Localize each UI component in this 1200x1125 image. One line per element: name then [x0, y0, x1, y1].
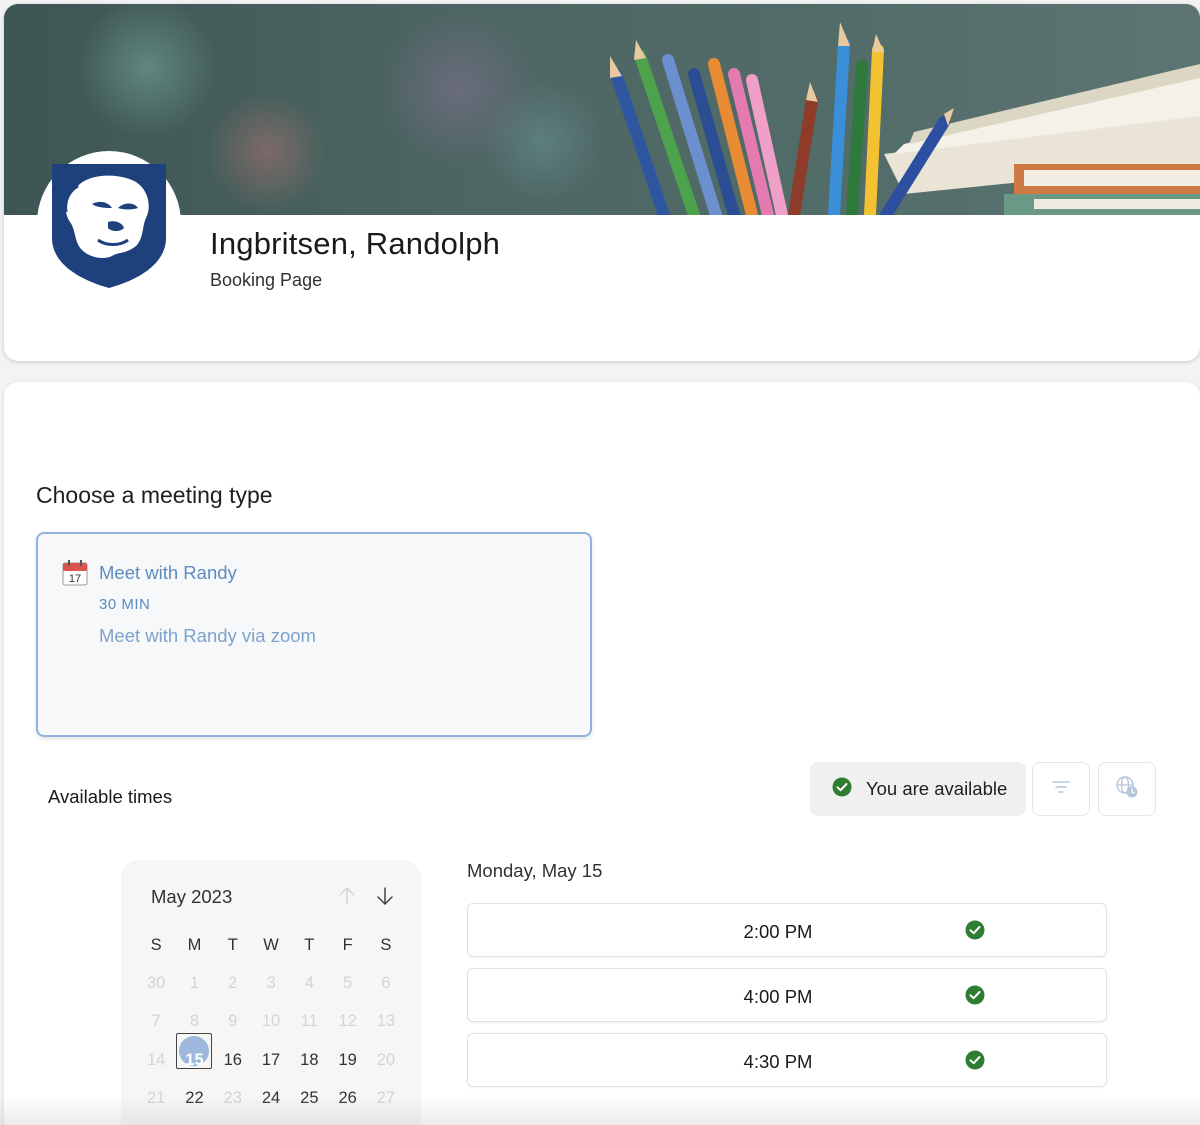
calendar-icon: 17 [62, 560, 88, 591]
calendar-day: 14 [146, 1050, 166, 1069]
time-slot-label: 4:30 PM [743, 1051, 813, 1072]
time-slot-button[interactable]: 2:00 PM [467, 903, 1107, 957]
section-title: Choose a meeting type [36, 482, 273, 508]
filter-button[interactable] [1032, 762, 1090, 816]
calendar-day-available[interactable]: 19 [328, 1051, 366, 1070]
calendar-day: 21 [146, 1088, 166, 1107]
weekday-label: T [227, 935, 238, 954]
calendar-day-available[interactable]: 25 [290, 1089, 328, 1108]
calendar-day: 27 [376, 1088, 396, 1107]
calendar-week-row: 14 15 16 17 18 19 20 [137, 1032, 405, 1079]
weekday-label: F [342, 935, 353, 954]
time-slot-label: 2:00 PM [743, 921, 813, 942]
calendar-day-available[interactable]: 16 [214, 1051, 252, 1070]
weekday-label: M [187, 935, 202, 954]
weekday-label: S [150, 935, 162, 954]
service-card-meet-with-randy[interactable]: 17 Meet with Randy 30 MIN Meet with Rand… [36, 532, 592, 737]
arrow-up-icon [339, 886, 355, 905]
avatar [40, 154, 178, 292]
calendar-day-available[interactable]: 22 [175, 1089, 213, 1108]
selected-date-heading: Monday, May 15 [467, 860, 603, 881]
calendar-day: 20 [376, 1050, 396, 1069]
next-month-button[interactable] [373, 884, 397, 908]
weekday-label: W [263, 935, 279, 954]
service-description: Meet with Randy via zoom [99, 625, 316, 646]
calendar-day: 8 [189, 1012, 200, 1031]
calendar-day-available[interactable]: 24 [252, 1089, 290, 1108]
filter-icon [1051, 779, 1071, 800]
calendar-grid: S M T W T F S 30 1 2 3 4 5 6 7 8 9 10 11… [137, 926, 405, 1117]
calendar-day-selected[interactable]: 15 [175, 1032, 213, 1070]
weekday-label: S [380, 935, 392, 954]
availability-status-text: You are available [866, 778, 1008, 799]
calendar-day: 11 [300, 1012, 318, 1031]
calendar-day-available[interactable]: 26 [328, 1089, 366, 1108]
service-name: Meet with Randy [99, 562, 237, 583]
calendar-day: 2 [228, 973, 238, 992]
banner-image [4, 4, 1200, 215]
service-duration: 30 MIN [99, 596, 151, 613]
weekday-label: T [304, 935, 315, 954]
pencils-and-books-illustration [610, 22, 1200, 215]
date-picker: May 2023 S M T W T F S 30 1 2 3 4 5 6 7 … [121, 860, 421, 1125]
calendar-day: 1 [189, 973, 200, 992]
booking-panel: Choose a meeting type 17 Meet with Randy… [4, 382, 1200, 1125]
check-circle-icon [965, 1050, 985, 1075]
header-card: Ingbritsen, Randolph Booking Page [4, 4, 1200, 361]
check-circle-icon [965, 985, 985, 1010]
time-slot-button[interactable]: 4:30 PM [467, 1033, 1107, 1087]
timezone-button[interactable] [1098, 762, 1156, 816]
page-subtitle: Booking Page [210, 270, 323, 290]
calendar-week-row: 21 22 23 24 25 26 27 [137, 1079, 405, 1117]
time-slot-button[interactable]: 4:00 PM [467, 968, 1107, 1022]
calendar-day: 7 [151, 1012, 161, 1031]
arrow-down-icon [377, 887, 393, 906]
available-times-label: Available times [48, 786, 173, 807]
nittany-lion-logo [52, 164, 166, 288]
globe-clock-icon [1115, 775, 1139, 804]
calendar-day: 10 [261, 1012, 281, 1031]
calendar-day: 23 [223, 1088, 242, 1107]
calendar-day-available[interactable]: 17 [252, 1051, 290, 1070]
calendar-day: 3 [266, 973, 276, 992]
calendar-day-available[interactable]: 18 [290, 1051, 328, 1070]
previous-month-button[interactable] [335, 884, 359, 908]
time-slot-label: 4:00 PM [743, 986, 813, 1007]
calendar-day-number: 15 [185, 1050, 204, 1069]
weekday-header-row: S M T W T F S [137, 926, 405, 964]
owner-name: Ingbritsen, Randolph [210, 226, 501, 261]
availability-status: You are available [810, 762, 1026, 816]
calendar-week-row: 30 1 2 3 4 5 6 [137, 964, 405, 1002]
svg-text:17: 17 [69, 573, 81, 585]
calendar-day: 30 [146, 973, 166, 992]
calendar-day: 9 [228, 1012, 238, 1031]
calendar-day: 6 [381, 973, 391, 992]
calendar-day: 13 [376, 1012, 396, 1031]
check-circle-icon [832, 777, 852, 802]
calendar-day: 4 [304, 973, 314, 992]
calendar-day: 5 [343, 973, 353, 992]
calendar-month-label: May 2023 [151, 886, 233, 907]
check-circle-icon [965, 920, 985, 945]
calendar-day: 12 [338, 1012, 357, 1031]
